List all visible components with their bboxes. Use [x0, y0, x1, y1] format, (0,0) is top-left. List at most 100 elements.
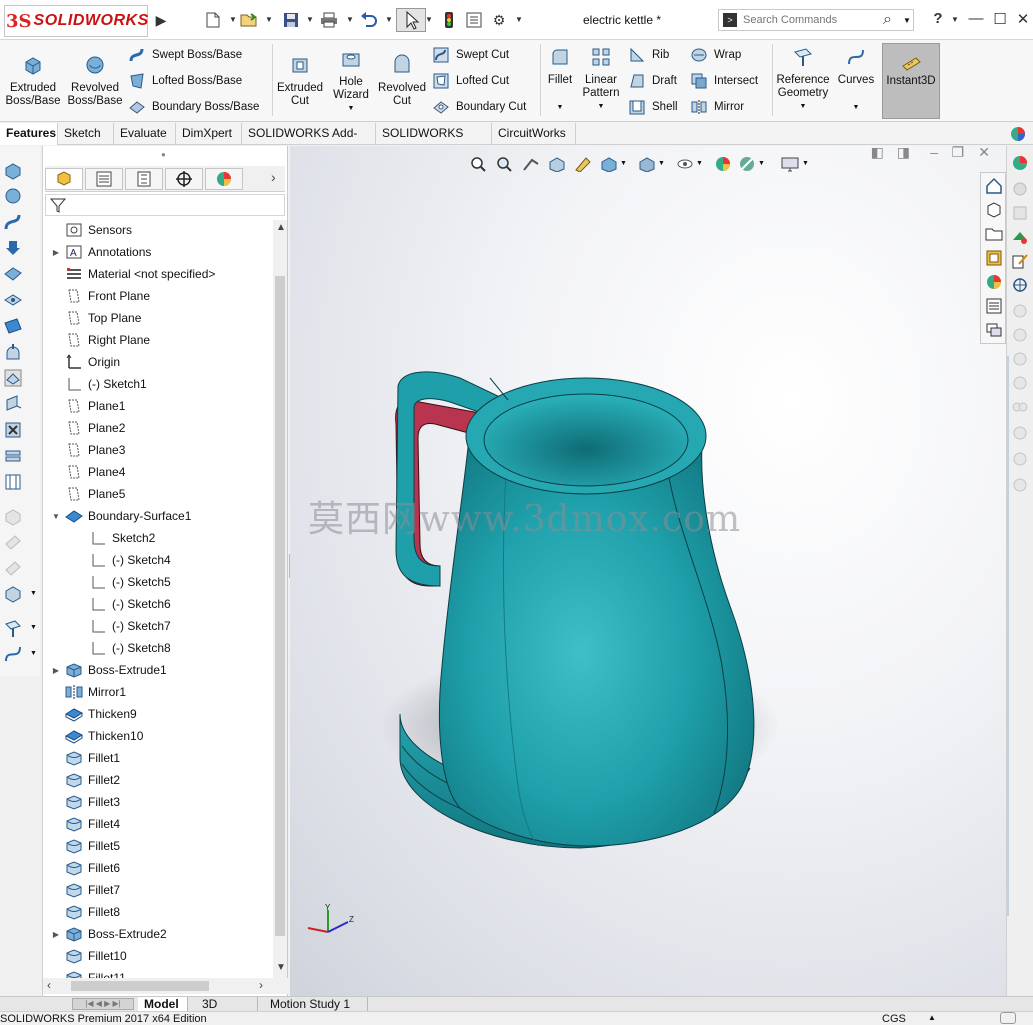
expand-arrow-icon[interactable]: ▶ — [51, 666, 61, 675]
property-manager-tab[interactable] — [85, 168, 123, 190]
tree-node[interactable]: Material <not specified> — [51, 264, 215, 284]
hole-wizard-dropdown-icon[interactable]: ▼ — [328, 102, 374, 115]
linear-pattern-button[interactable]: Linear Pattern ▼ — [580, 46, 622, 113]
tree-filter[interactable] — [45, 194, 285, 216]
open-dropdown-icon[interactable]: ▼ — [265, 15, 273, 24]
tree-node[interactable]: Right Plane — [51, 330, 150, 350]
appearances-view-icon[interactable] — [985, 273, 1003, 291]
lofted-cut-button[interactable]: Lofted Cut — [432, 72, 509, 90]
swept-cut-button[interactable]: Swept Cut — [432, 46, 509, 64]
tree-vertical-scrollbar[interactable]: ▲ ▼ — [273, 220, 287, 980]
curves-shortcut-dropdown-icon[interactable]: ▼ — [30, 650, 37, 657]
tab-3d-views[interactable]: 3D Views — [196, 997, 258, 1025]
wrap-shortcut-icon[interactable] — [3, 394, 23, 414]
fillet-dropdown-icon[interactable]: ▼ — [542, 101, 578, 114]
help-dropdown-icon[interactable]: ▼ — [951, 15, 959, 24]
lofted-boss-button[interactable]: Lofted Boss/Base — [128, 72, 242, 90]
tree-node[interactable]: Sketch2 — [75, 528, 155, 548]
tab-dimxpert[interactable]: DimXpert — [176, 123, 242, 145]
tree-scroll-thumb[interactable] — [275, 276, 285, 936]
mirror-button[interactable]: Mirror — [690, 98, 744, 116]
reference-geometry-dropdown-icon[interactable]: ▼ — [775, 100, 831, 113]
curves-button[interactable]: Curves ▼ — [834, 46, 878, 114]
reference-shortcut-icon[interactable] — [3, 618, 23, 638]
tree-horizontal-scrollbar[interactable]: ‹ › — [43, 978, 289, 994]
options-gear-icon[interactable]: ⚙ — [490, 11, 508, 29]
tree-node[interactable]: Fillet10 — [51, 946, 127, 966]
rib-button[interactable]: Rib — [628, 46, 669, 64]
search-dropdown-icon[interactable]: ▼ — [903, 16, 911, 25]
task-appearance-icon[interactable] — [1011, 154, 1029, 172]
hole-wizard-button[interactable]: Hole Wizard ▼ — [328, 48, 374, 115]
fillet-button[interactable]: Fillet ▼ — [542, 46, 578, 114]
tree-node[interactable]: Plane2 — [51, 418, 125, 438]
options-dropdown-icon[interactable]: ▼ — [515, 15, 523, 24]
play-arrow-icon[interactable]: ▶ — [152, 11, 170, 29]
solidworks-logo[interactable]: 3S SOLIDWORKS — [6, 7, 148, 35]
reference-geometry-button[interactable]: Reference Geometry ▼ — [775, 46, 831, 113]
minimize-window-icon[interactable]: — — [966, 10, 986, 30]
tree-node[interactable]: (-) Sketch1 — [51, 374, 147, 394]
scroll-up-icon[interactable]: ▲ — [276, 222, 286, 233]
task-material-icon[interactable] — [1011, 228, 1029, 246]
revolved-boss-button[interactable]: Revolved Boss/Base — [66, 54, 124, 108]
tab-circuitworks[interactable]: CircuitWorks — [492, 123, 576, 145]
shell-button[interactable]: Shell — [628, 98, 678, 116]
graphics-area[interactable]: ▼ ▼ ▼ ▼ ▼ ◧ ◨ – ❐ ✕ 莫西网www.3dmox.com Y Z — [290, 146, 1006, 996]
tree-node[interactable]: Plane4 — [51, 462, 125, 482]
sweep-shortcut-icon[interactable] — [3, 212, 23, 232]
notification-icon[interactable] — [1000, 1012, 1016, 1024]
folder-view-icon[interactable] — [985, 225, 1003, 243]
task-edit-icon[interactable] — [1011, 252, 1029, 270]
tree-node[interactable]: Plane5 — [51, 484, 125, 504]
save-icon[interactable] — [282, 11, 300, 29]
close-window-icon[interactable]: ✕ — [1013, 10, 1033, 30]
swept-boss-button[interactable]: Swept Boss/Base — [128, 46, 242, 64]
intersect-button[interactable]: Intersect — [690, 72, 758, 90]
search-input[interactable] — [743, 12, 883, 28]
tree-node[interactable]: Mirror1 — [51, 682, 126, 702]
extrude-shortcut-icon[interactable] — [3, 160, 23, 180]
kettle-model[interactable] — [290, 146, 1006, 996]
maximize-window-icon[interactable]: ☐ — [990, 10, 1010, 30]
home-view-icon[interactable] — [985, 177, 1003, 195]
file-properties-icon[interactable] — [465, 11, 483, 29]
print-icon[interactable] — [320, 11, 338, 29]
tab-features[interactable]: Features — [0, 123, 58, 145]
combine-shortcut-icon[interactable] — [3, 446, 23, 466]
undo-dropdown-icon[interactable]: ▼ — [385, 15, 393, 24]
curves-shortcut-icon[interactable] — [3, 644, 23, 664]
open-folder-icon[interactable] — [240, 11, 258, 29]
wrap-button[interactable]: Wrap — [690, 46, 741, 64]
tree-node[interactable]: (-) Sketch7 — [75, 616, 171, 636]
tab-mbd[interactable]: SOLIDWORKS MBD — [376, 123, 492, 161]
tree-node[interactable]: Fillet1 — [51, 748, 120, 768]
solid-body-icon[interactable] — [3, 584, 23, 604]
tree-node[interactable]: ▼ Boundary-Surface1 — [51, 506, 191, 526]
scroll-down-icon[interactable]: ▼ — [276, 962, 286, 973]
loft-shortcut-icon[interactable] — [3, 238, 23, 258]
search-icon[interactable]: ⌕ — [883, 11, 892, 29]
delete-body-shortcut-icon[interactable] — [3, 420, 23, 440]
extruded-boss-button[interactable]: Extruded Boss/Base — [4, 54, 62, 108]
tree-hscroll-thumb[interactable] — [71, 981, 209, 991]
display-manager-tab[interactable] — [205, 168, 243, 190]
search-commands-box[interactable]: > ⌕ ▼ — [718, 9, 914, 31]
tree-node[interactable]: Fillet8 — [51, 902, 120, 922]
scroll-right-icon[interactable]: › — [259, 978, 263, 992]
task-target-icon[interactable] — [1011, 276, 1029, 294]
tree-node[interactable]: Sensors — [51, 220, 132, 240]
split-shortcut-icon[interactable] — [3, 472, 23, 492]
3d-cube-view-icon[interactable] — [985, 201, 1003, 219]
tab-navigation-arrows[interactable]: |◀ ◀ ▶ ▶| — [72, 998, 134, 1010]
feature-manager-tab[interactable] — [45, 168, 83, 190]
boundary-shortcut-icon[interactable] — [3, 264, 23, 284]
tab-evaluate[interactable]: Evaluate — [114, 123, 176, 145]
property-view-icon[interactable] — [985, 297, 1003, 315]
tree-node[interactable]: (-) Sketch4 — [75, 550, 171, 570]
tree-node[interactable]: Fillet6 — [51, 858, 120, 878]
rebuild-icon[interactable] — [440, 11, 458, 29]
boundary-boss-button[interactable]: Boundary Boss/Base — [128, 98, 259, 116]
tree-node[interactable]: Fillet3 — [51, 792, 120, 812]
tree-node[interactable]: Fillet5 — [51, 836, 120, 856]
